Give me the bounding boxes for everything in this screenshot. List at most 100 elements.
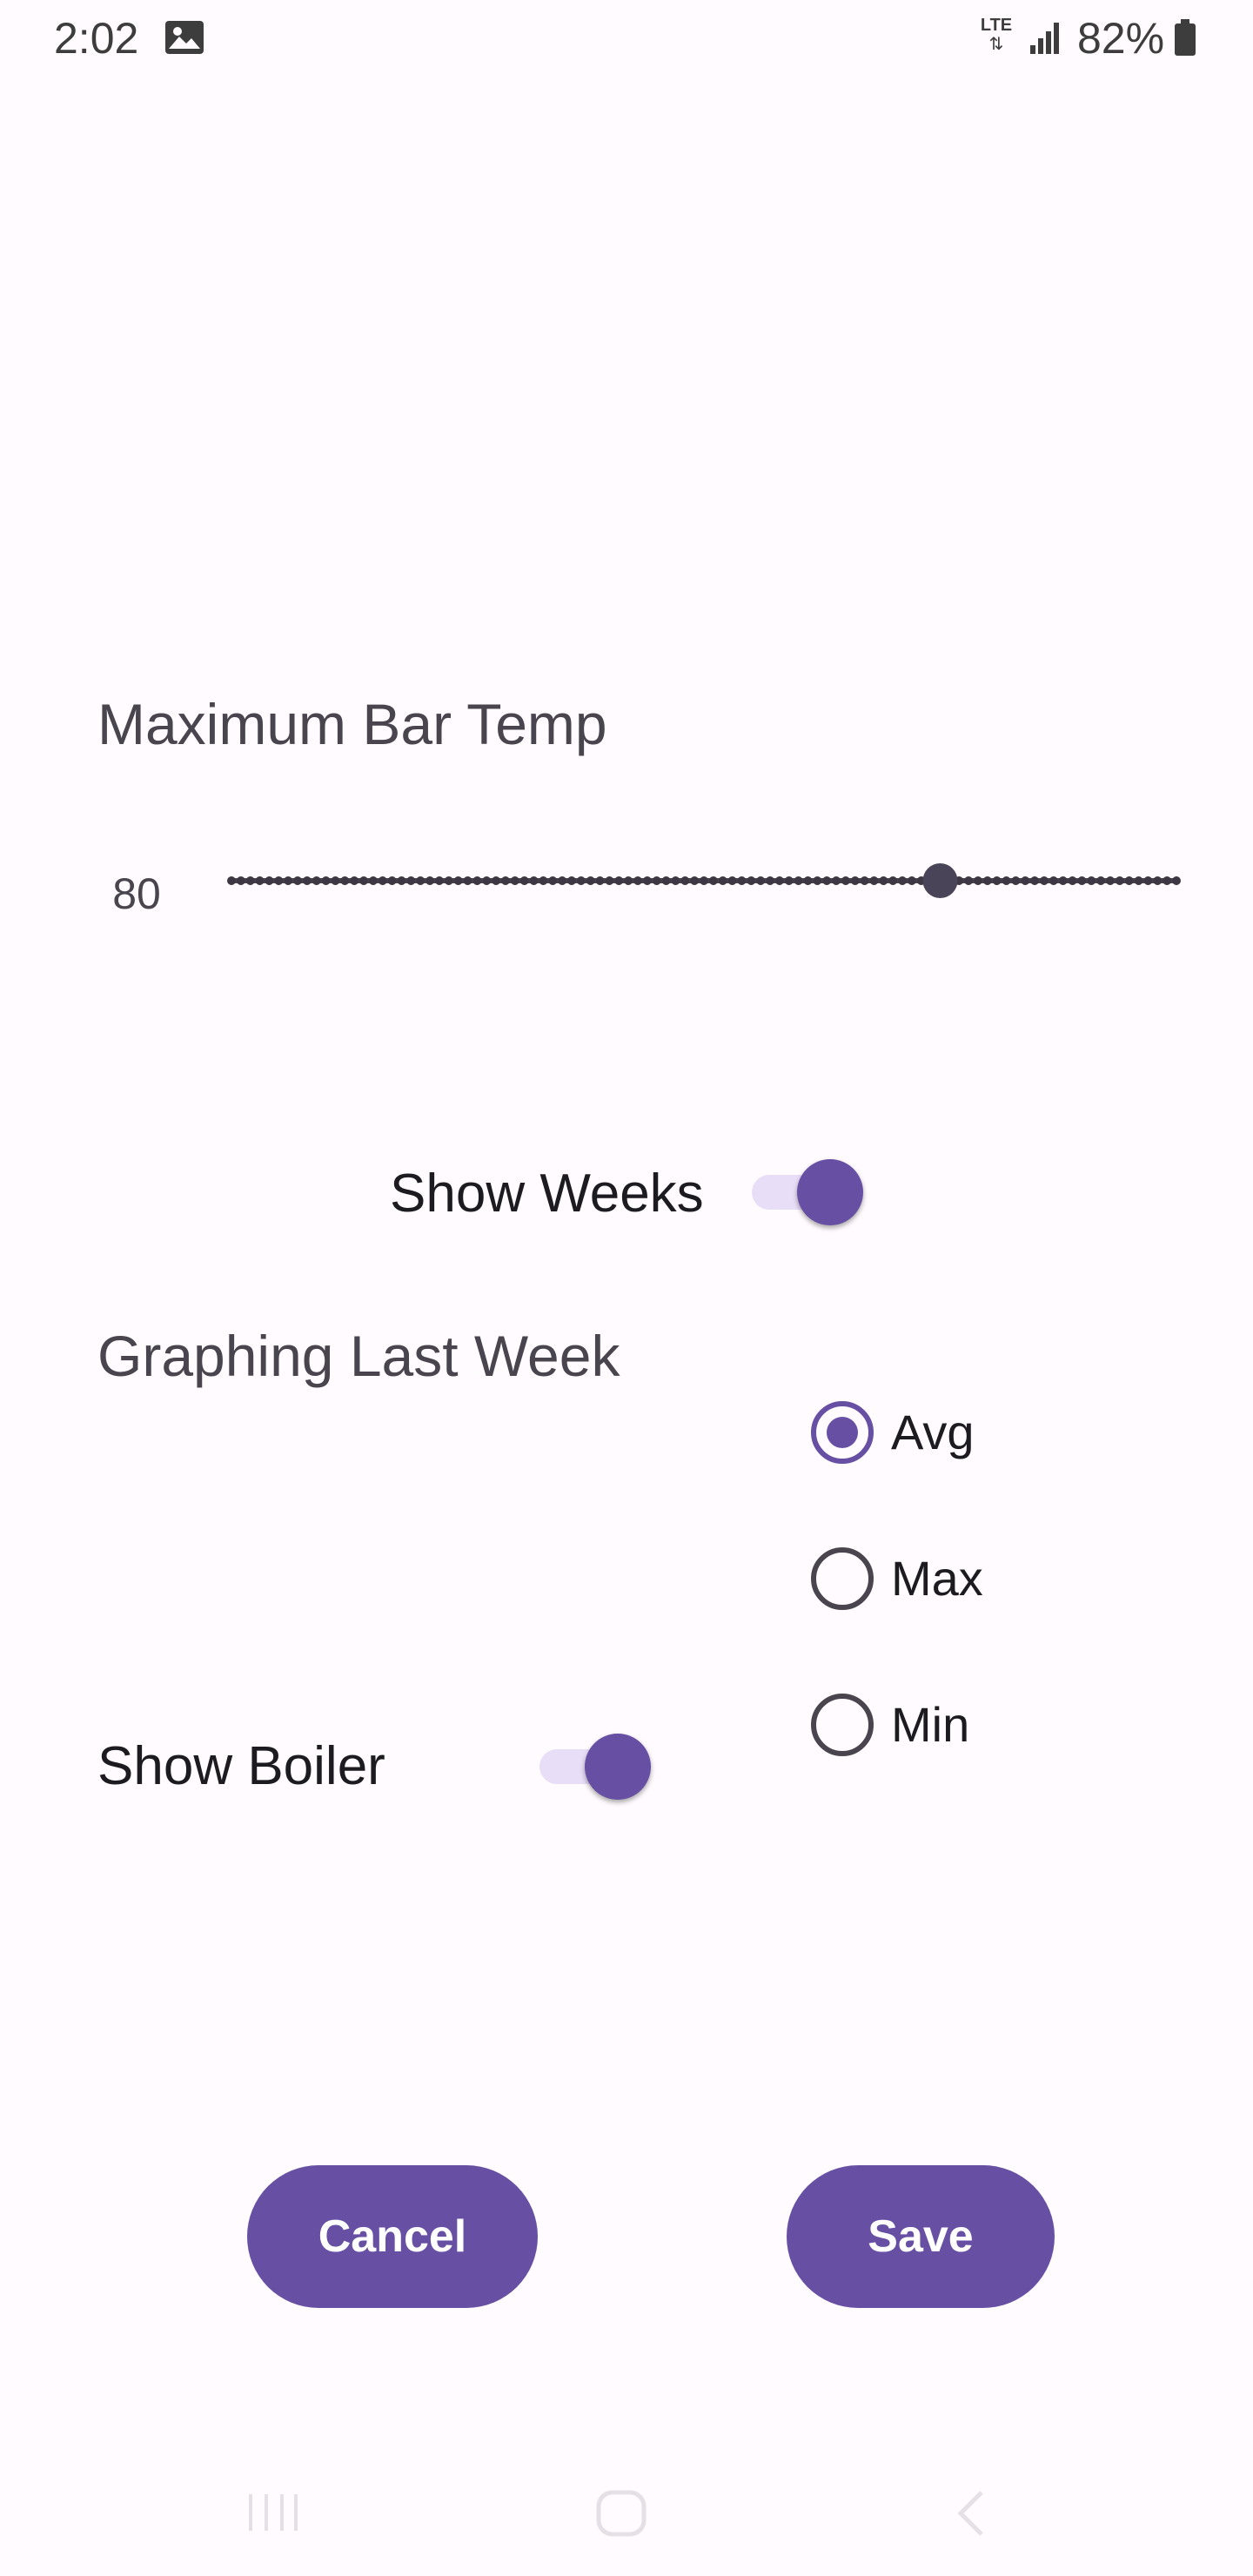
slider-tick <box>236 876 245 885</box>
slider-tick <box>406 876 416 885</box>
save-button[interactable]: Save <box>787 2165 1055 2308</box>
radio-selected-dot <box>827 1417 858 1448</box>
slider-tick <box>482 876 492 885</box>
slider-tick <box>1105 876 1115 885</box>
slider-tick <box>1030 876 1040 885</box>
slider-tick <box>1077 876 1087 885</box>
show-boiler-label: Show Boiler <box>97 1736 385 1796</box>
slider-tick <box>416 876 425 885</box>
slider-tick <box>265 876 274 885</box>
radio-option-min[interactable]: Min <box>811 1694 1037 1756</box>
slider-tick <box>1115 876 1124 885</box>
slider-tick <box>378 876 387 885</box>
slider-tick <box>841 876 850 885</box>
recents-icon[interactable] <box>247 2491 299 2534</box>
slider-tick <box>472 876 482 885</box>
slider-tick <box>1172 876 1181 885</box>
slider-tick <box>293 876 303 885</box>
max-bar-temp-slider[interactable] <box>224 862 1183 900</box>
slider-tick <box>624 876 633 885</box>
slider-tick <box>860 876 869 885</box>
show-weeks-label: Show Weeks <box>390 1164 704 1224</box>
graphing-title: Graphing Last Week <box>97 1324 620 1388</box>
slider-tick <box>737 876 747 885</box>
slider-tick <box>245 876 255 885</box>
slider-tick <box>1002 876 1011 885</box>
slider-tick <box>595 876 605 885</box>
slider-tick <box>708 876 718 885</box>
slider-tick <box>1021 876 1030 885</box>
slider-tick <box>340 876 350 885</box>
slider-tick <box>1087 876 1096 885</box>
slider-tick <box>255 876 265 885</box>
slider-tick <box>832 876 841 885</box>
slider-tick <box>718 876 727 885</box>
home-icon[interactable] <box>593 2487 649 2539</box>
slider-tick <box>284 876 293 885</box>
slider-tick <box>642 876 652 885</box>
show-weeks-switch[interactable] <box>752 1157 863 1227</box>
slider-tick <box>907 876 916 885</box>
slider-tick <box>1134 876 1143 885</box>
max-bar-temp-title: Maximum Bar Temp <box>97 692 607 756</box>
slider-tick <box>1039 876 1049 885</box>
slider-tick <box>576 876 586 885</box>
radio-label-max: Max <box>891 1551 983 1606</box>
slider-tick <box>633 876 642 885</box>
slider-tick <box>822 876 832 885</box>
slider-tick <box>690 876 700 885</box>
lte-icon: LTE ⇅ <box>980 16 1013 54</box>
slider-tick <box>444 876 453 885</box>
slider-tick <box>671 876 680 885</box>
slider-tick <box>1163 876 1172 885</box>
radio-min[interactable] <box>811 1694 874 1756</box>
slider-tick <box>566 876 576 885</box>
slider-tick <box>558 876 567 885</box>
battery-percent: 82% <box>1077 14 1165 63</box>
slider-tick <box>774 876 784 885</box>
slider-tick <box>274 876 284 885</box>
slider-tick <box>605 876 614 885</box>
slider-tick <box>312 876 321 885</box>
status-time: 2:02 <box>54 14 139 63</box>
slider-tick <box>368 876 378 885</box>
slider-tick <box>387 876 397 885</box>
slider-tick <box>766 876 775 885</box>
slider-tick <box>700 876 708 885</box>
slider-tick <box>813 876 822 885</box>
slider-tick <box>661 876 671 885</box>
slider-tick <box>302 876 312 885</box>
slider-tick <box>794 876 803 885</box>
slider-tick <box>747 876 756 885</box>
radio-option-avg[interactable]: Avg <box>811 1401 1037 1464</box>
slider-tick <box>434 876 444 885</box>
slider-tick <box>425 876 435 885</box>
gallery-icon <box>165 21 204 54</box>
slider-tick <box>331 876 340 885</box>
slider-tick <box>397 876 406 885</box>
slider-tick <box>803 876 813 885</box>
slider-tick <box>898 876 908 885</box>
slider-tick <box>463 876 472 885</box>
show-boiler-switch[interactable] <box>539 1732 651 1801</box>
slider-tick <box>548 876 558 885</box>
switch-thumb <box>797 1159 863 1225</box>
slider-tick <box>359 876 369 885</box>
radio-avg[interactable] <box>811 1401 874 1464</box>
slider-tick <box>680 876 690 885</box>
radio-max[interactable] <box>811 1547 874 1610</box>
slider-thumb[interactable] <box>922 863 958 898</box>
slider-tick <box>227 876 236 885</box>
slider-value-label: 80 <box>112 869 161 918</box>
radio-label-min: Min <box>891 1697 970 1752</box>
cancel-button[interactable]: Cancel <box>247 2165 538 2308</box>
slider-tick <box>869 876 879 885</box>
slider-tick <box>350 876 359 885</box>
slider-tick <box>492 876 501 885</box>
battery-icon <box>1175 19 1196 56</box>
slider-tick <box>321 876 331 885</box>
radio-option-max[interactable]: Max <box>811 1547 1037 1610</box>
slider-tick <box>982 876 992 885</box>
back-icon[interactable] <box>954 2487 988 2539</box>
slider-tick <box>1143 876 1153 885</box>
